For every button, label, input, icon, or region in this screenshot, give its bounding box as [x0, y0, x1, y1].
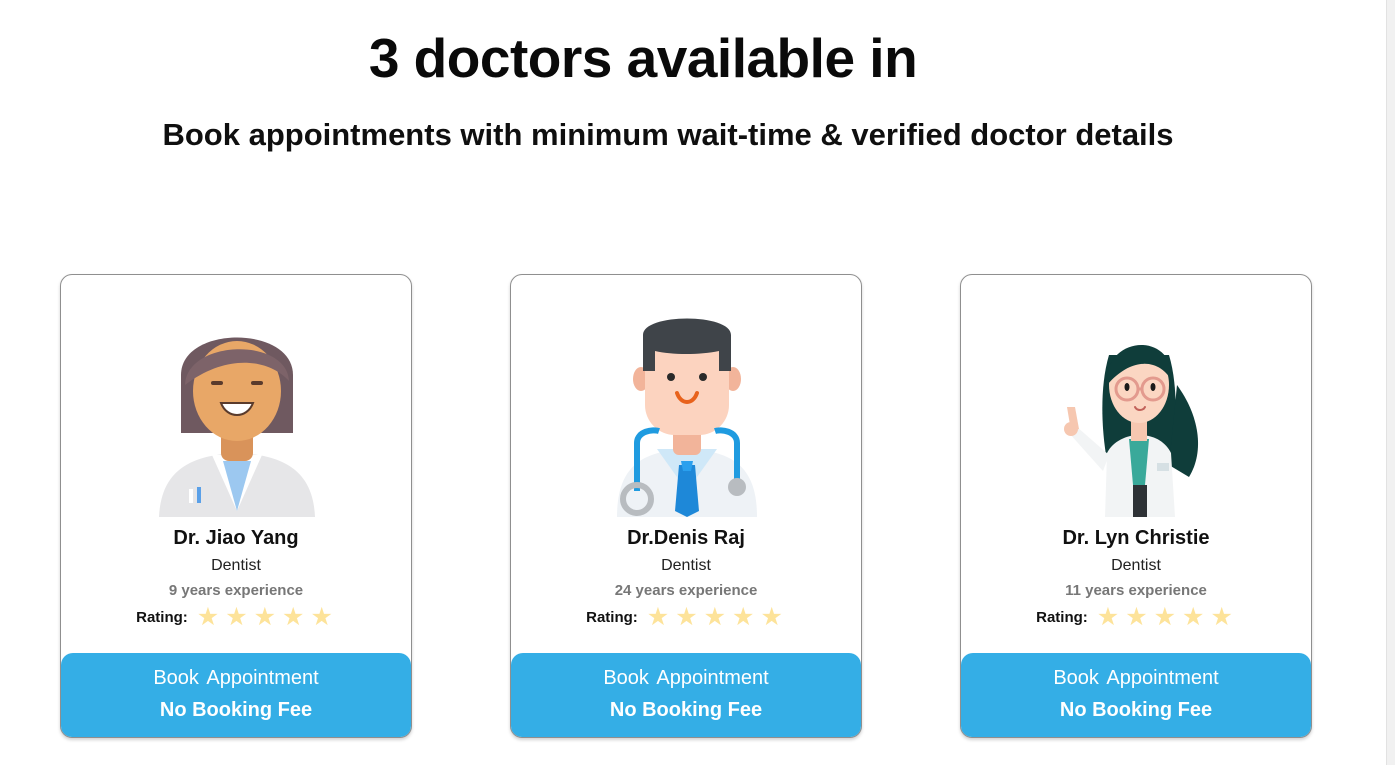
star-icon: ★: [703, 603, 727, 631]
star-icon: ★: [646, 603, 670, 631]
doctor-card: Dr.Denis Raj Dentist 24 years experience…: [510, 274, 862, 738]
star-icon: ★: [225, 603, 248, 631]
star-icon: ★: [760, 603, 783, 631]
doctor-experience: 24 years experience: [614, 582, 758, 599]
star-icon: ★: [282, 603, 305, 631]
book-appointment-label: Book Appointment: [1053, 667, 1219, 689]
rating: Rating: ★ ★ ★ ★ ★: [511, 603, 861, 631]
star-icon: ★: [253, 603, 277, 631]
booking-fee-label: No Booking Fee: [159, 699, 313, 721]
vertical-scrollbar[interactable]: [1386, 0, 1395, 765]
booking-fee-label: No Booking Fee: [609, 699, 763, 721]
rating-label: Rating:: [136, 608, 188, 626]
page-title: 3 doctors available in: [368, 27, 918, 89]
star-icon: ★: [1096, 603, 1120, 631]
rating-label: Rating:: [1036, 608, 1088, 626]
male-doctor-stethoscope-avatar-icon: [607, 315, 767, 517]
doctor-specialty: Dentist: [661, 557, 711, 574]
book-appointment-label: Book Appointment: [603, 667, 769, 689]
doctor-name: Dr.Denis Raj: [627, 527, 745, 549]
book-appointment-button[interactable]: Book Appointment No Booking Fee: [511, 653, 861, 737]
star-icon: ★: [196, 603, 220, 631]
book-appointment-button[interactable]: Book Appointment No Booking Fee: [61, 653, 411, 737]
star-icon: ★: [675, 603, 698, 631]
doctor-name: Dr. Lyn Christie: [1062, 527, 1210, 549]
star-icon: ★: [310, 603, 333, 631]
rating-label: Rating:: [586, 608, 638, 626]
page-subtitle: Book appointments with minimum wait-time…: [162, 117, 1174, 152]
page: 3 doctors available in Book appointments…: [0, 0, 1395, 765]
female-doctor-glasses-avatar-icon: [1057, 315, 1217, 517]
female-doctor-avatar-icon: [157, 315, 317, 517]
star-icon: ★: [1125, 603, 1148, 631]
rating: Rating: ★ ★ ★ ★ ★: [61, 603, 411, 631]
rating: Rating: ★ ★ ★ ★ ★: [961, 603, 1311, 631]
star-icon: ★: [1182, 603, 1205, 631]
star-icon: ★: [732, 603, 755, 631]
doctor-specialty: Dentist: [211, 557, 261, 574]
doctor-experience: 11 years experience: [1065, 582, 1207, 599]
doctor-name: Dr. Jiao Yang: [173, 527, 299, 549]
book-appointment-button[interactable]: Book Appointment No Booking Fee: [961, 653, 1311, 737]
doctor-card: Dr. Lyn Christie Dentist 11 years experi…: [960, 274, 1312, 738]
booking-fee-label: No Booking Fee: [1059, 699, 1213, 721]
doctor-specialty: Dentist: [1111, 557, 1161, 574]
doctor-experience: 9 years experience: [168, 582, 304, 599]
book-appointment-label: Book Appointment: [153, 667, 319, 689]
star-icon: ★: [1210, 603, 1233, 631]
doctor-card: Dr. Jiao Yang Dentist 9 years experience…: [60, 274, 412, 738]
star-icon: ★: [1153, 603, 1177, 631]
